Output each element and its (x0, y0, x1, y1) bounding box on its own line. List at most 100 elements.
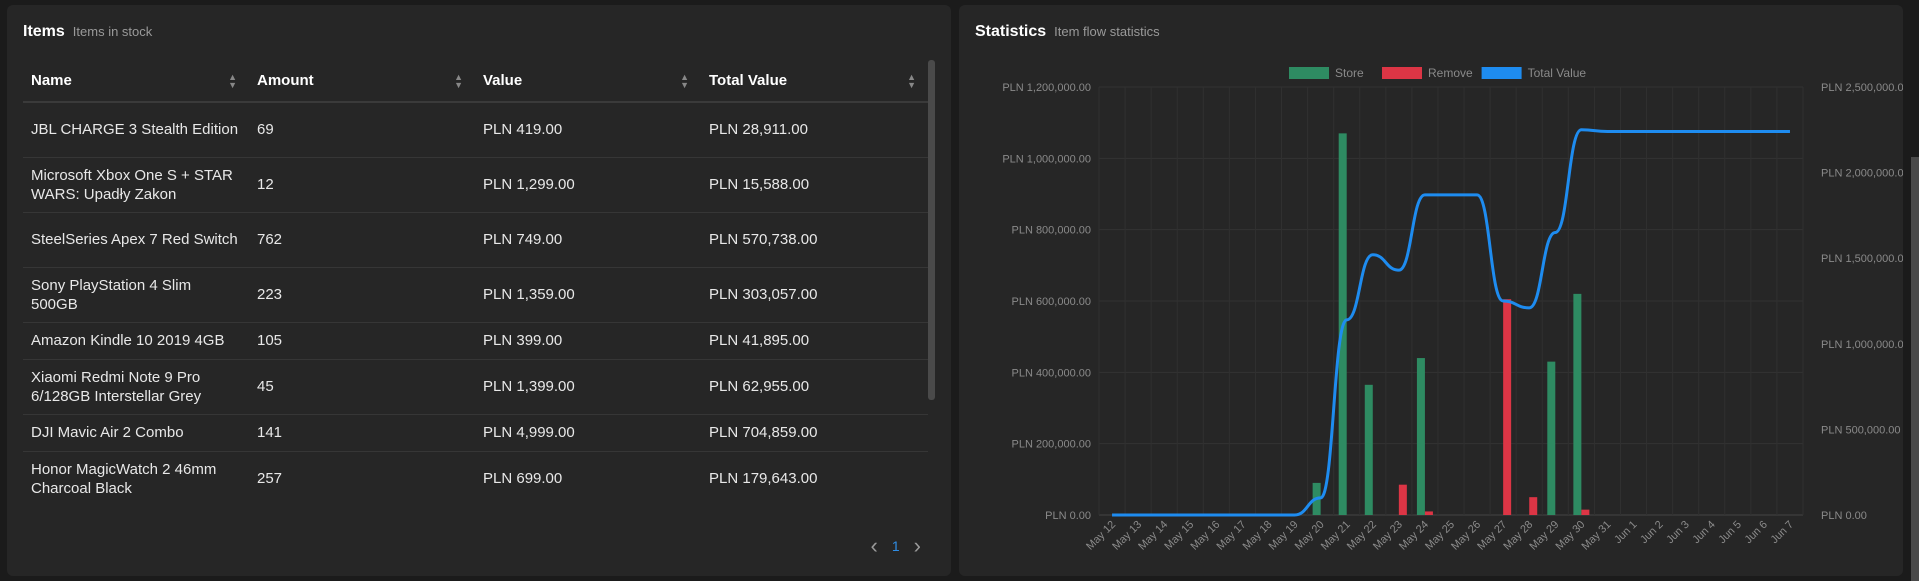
x-tick-label: Jun 5 (1716, 519, 1744, 547)
column-header-name[interactable]: Name ▲ ▼ (23, 60, 249, 103)
y-left-tick-label: PLN 600,000.00 (1011, 296, 1091, 308)
table-row[interactable]: SteelSeries Apex 7 Red Switch 762 PLN 74… (23, 212, 928, 268)
cell-total-value: PLN 303,057.00 (701, 267, 928, 323)
cell-value: PLN 699.00 (475, 451, 701, 503)
cell-total-value: PLN 62,955.00 (701, 359, 928, 415)
cell-amount: 105 (249, 322, 475, 360)
x-tick-label: May 31 (1580, 519, 1614, 553)
cell-name: Honor MagicWatch 2 46mm Charcoal Black (23, 451, 249, 503)
sort-icon[interactable]: ▲ ▼ (907, 72, 916, 89)
cell-name: JBL CHARGE 3 Stealth Edition (23, 102, 249, 158)
x-tick-label: Jun 7 (1769, 519, 1797, 547)
cell-amount: 45 (249, 359, 475, 415)
table-row[interactable]: Honor MagicWatch 2 46mm Charcoal Black 2… (23, 451, 928, 503)
cell-total-value: PLN 179,643.00 (701, 451, 928, 503)
table-row[interactable]: Xiaomi Redmi Note 9 Pro 6/128GB Interste… (23, 359, 928, 415)
y-left-tick-label: PLN 1,200,000.00 (1002, 82, 1091, 94)
store-bar (1364, 384, 1373, 515)
table-row[interactable]: Microsoft Xbox One S + STAR WARS: Upadły… (23, 157, 928, 213)
table-header-row: Name ▲ ▼ Amount ▲ ▼ Value ▲ ▼ Total Value ▲ ▼ (23, 60, 928, 103)
cell-amount: 12 (249, 157, 475, 213)
cell-total-value: PLN 15,588.00 (701, 157, 928, 213)
cell-value: PLN 4,999.00 (475, 414, 701, 452)
y-left-tick-label: PLN 1,000,000.00 (1002, 153, 1091, 165)
column-header-label: Total Value (709, 72, 788, 89)
items-table-container: Name ▲ ▼ Amount ▲ ▼ Value ▲ ▼ Total Value ▲ ▼ JB… (23, 60, 941, 503)
page-scrollbar[interactable] (1911, 157, 1919, 581)
cell-name: Sony PlayStation 4 Slim 500GB (23, 267, 249, 323)
cell-name: Amazon Kindle 10 2019 4GB (23, 322, 249, 360)
cell-value: PLN 1,359.00 (475, 267, 701, 323)
cell-amount: 223 (249, 267, 475, 323)
column-header-value[interactable]: Value ▲ ▼ (475, 60, 701, 103)
items-panel: Items Items in stock Name ▲ ▼ Amount ▲ ▼ Val… (7, 5, 951, 576)
remove-bar (1398, 484, 1407, 515)
store-bar (1573, 293, 1582, 515)
y-right-tick-label: PLN 0.00 (1821, 510, 1867, 522)
items-table: Name ▲ ▼ Amount ▲ ▼ Value ▲ ▼ Total Value ▲ ▼ JB… (23, 60, 928, 503)
y-right-tick-label: PLN 1,000,000.00 (1821, 339, 1903, 351)
items-header: Items Items in stock (23, 23, 152, 41)
cell-amount: 257 (249, 451, 475, 503)
items-subtitle: Items in stock (72, 24, 153, 39)
cell-total-value: PLN 28,911.00 (701, 102, 928, 158)
y-left-tick-label: PLN 200,000.00 (1011, 439, 1091, 451)
cell-value: PLN 749.00 (475, 212, 701, 268)
chevron-left-icon[interactable]: ‹ (871, 533, 878, 559)
column-header-label: Amount (257, 72, 314, 89)
total-value-legend-swatch (1481, 67, 1522, 79)
table-row[interactable]: Amazon Kindle 10 2019 4GB 105 PLN 399.00… (23, 322, 928, 360)
remove-bar (1529, 497, 1538, 515)
remove-bar (1424, 511, 1433, 515)
page-number[interactable]: 1 (892, 538, 900, 554)
store-bar (1547, 361, 1556, 515)
x-tick-label: Jun 6 (1742, 519, 1770, 547)
x-tick-label: Jun 4 (1690, 519, 1718, 547)
column-header-label: Value (483, 72, 523, 89)
table-row[interactable]: Sony PlayStation 4 Slim 500GB 223 PLN 1,… (23, 267, 928, 323)
table-row[interactable]: JBL CHARGE 3 Stealth Edition 69 PLN 419.… (23, 102, 928, 158)
cell-value: PLN 399.00 (475, 322, 701, 360)
pagination: ‹ 1 › (871, 533, 921, 559)
cell-total-value: PLN 704,859.00 (701, 414, 928, 452)
statistics-panel: Statistics Item flow statistics PLN 0.00… (959, 5, 1903, 576)
cell-amount: 141 (249, 414, 475, 452)
cell-amount: 762 (249, 212, 475, 268)
cell-name: DJI Mavic Air 2 Combo (23, 414, 249, 452)
y-right-tick-label: PLN 500,000.00 (1821, 424, 1901, 436)
cell-total-value: PLN 570,738.00 (701, 212, 928, 268)
legend-label: Total Value (1528, 66, 1587, 80)
cell-value: PLN 419.00 (475, 102, 701, 158)
table-scrollbar[interactable] (928, 60, 935, 400)
items-title: Items (23, 23, 65, 40)
x-tick-label: Jun 2 (1638, 519, 1666, 547)
x-tick-label: Jun 1 (1612, 519, 1640, 547)
legend-label: Store (1335, 66, 1364, 80)
sort-icon[interactable]: ▲ ▼ (454, 72, 463, 89)
column-header-total-value[interactable]: Total Value ▲ ▼ (701, 60, 928, 103)
cell-name: Microsoft Xbox One S + STAR WARS: Upadły… (23, 157, 249, 213)
item-flow-chart: PLN 0.00 PLN 200,000.00 PLN 400,000.00 PLN … (1002, 66, 1903, 553)
remove-legend-swatch (1382, 67, 1422, 79)
store-bar (1416, 358, 1425, 515)
store-legend-swatch (1289, 67, 1329, 79)
sort-icon[interactable]: ▲ ▼ (228, 72, 237, 89)
y-left-tick-label: PLN 800,000.00 (1011, 225, 1091, 237)
column-header-label: Name (31, 72, 72, 89)
cell-value: PLN 1,299.00 (475, 157, 701, 213)
y-left-tick-label: PLN 400,000.00 (1011, 367, 1091, 379)
table-row[interactable]: DJI Mavic Air 2 Combo 141 PLN 4,999.00 P… (23, 414, 928, 452)
x-tick-label: Jun 3 (1664, 519, 1692, 547)
column-header-amount[interactable]: Amount ▲ ▼ (249, 60, 475, 103)
sort-icon[interactable]: ▲ ▼ (680, 72, 689, 89)
cell-amount: 69 (249, 102, 475, 158)
y-right-tick-label: PLN 2,000,000.00 (1821, 168, 1903, 180)
remove-bar (1503, 299, 1512, 515)
cell-name: SteelSeries Apex 7 Red Switch (23, 212, 249, 268)
remove-bar (1581, 509, 1590, 515)
legend-label: Remove (1428, 66, 1473, 80)
total-value-line (1112, 128, 1790, 517)
y-left-tick-label: PLN 0.00 (1045, 510, 1091, 522)
chevron-right-icon[interactable]: › (914, 533, 921, 559)
cell-value: PLN 1,399.00 (475, 359, 701, 415)
